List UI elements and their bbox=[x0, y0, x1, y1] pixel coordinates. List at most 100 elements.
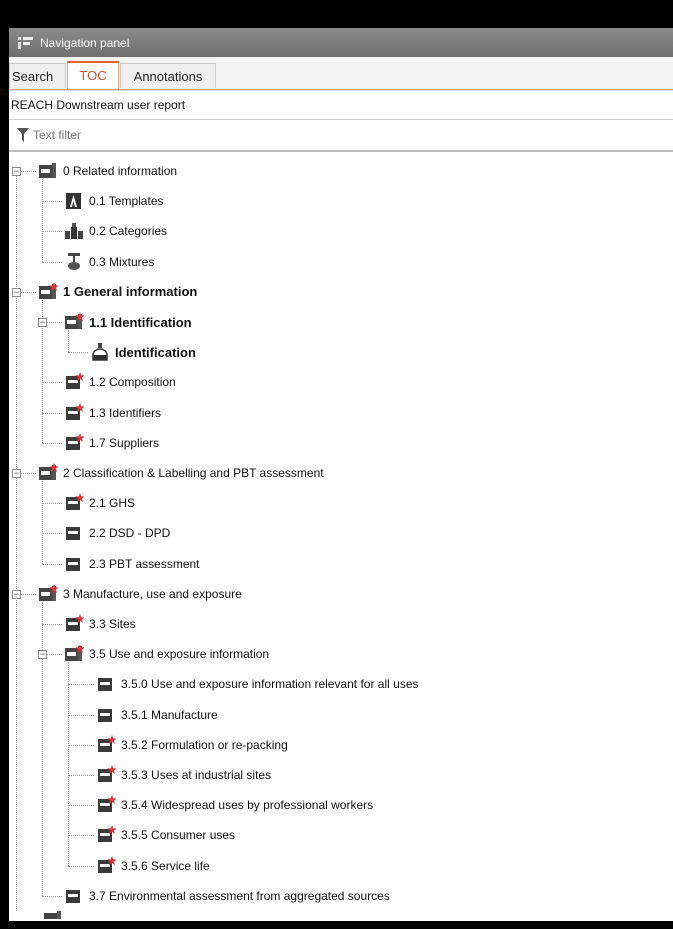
toc-tree-item-label: 3.5.4 Widespread uses by professional wo… bbox=[121, 798, 374, 813]
tab-search[interactable]: Search bbox=[9, 63, 66, 88]
toc-tree-item-label: 1.7 Suppliers bbox=[89, 435, 160, 450]
toc-tree-item-label: 3.7 Environmental assessment from aggreg… bbox=[89, 888, 390, 903]
toc-tree-item-label: 2.3 PBT assessment bbox=[89, 556, 200, 571]
tree-connector-line bbox=[68, 835, 94, 837]
tree-connector-line bbox=[68, 714, 94, 716]
toc-tree-item[interactable]: 1 General information bbox=[38, 281, 197, 303]
toc-tree-item-label: 3.5.1 Manufacture bbox=[121, 707, 218, 722]
tree-connector-line bbox=[68, 744, 94, 746]
section-folder-required-icon bbox=[64, 644, 84, 664]
toc-tree-item-label: 1.1 Identification bbox=[89, 314, 192, 330]
tab-annotations[interactable]: Annotations bbox=[120, 63, 216, 88]
toc-tree-item[interactable]: 3.5.1 Manufacture bbox=[96, 704, 218, 726]
tab-underline bbox=[9, 89, 673, 90]
tree-connector-line bbox=[42, 382, 62, 384]
tree-connector-line bbox=[68, 775, 94, 776]
tree-collapse-toggle[interactable]: − bbox=[12, 469, 21, 478]
tree-connector-line bbox=[42, 563, 62, 565]
navigation-panel-icon bbox=[18, 36, 36, 50]
document-icon bbox=[64, 886, 84, 906]
toc-tree-item-label: 2 Classification & Labelling and PBT ass… bbox=[63, 466, 324, 480]
toc-tree-item[interactable]: 0.3 Mixtures bbox=[64, 251, 154, 273]
tree-connector-line bbox=[42, 179, 43, 262]
toc-tree-item[interactable]: 3.5.3 Uses at industrial sites bbox=[96, 764, 271, 786]
tree-collapse-toggle[interactable]: − bbox=[12, 589, 21, 599]
toc-tree: − 0 Related information 0.1 Templates 0.2 C… bbox=[9, 152, 673, 919]
tree-connector-line bbox=[68, 805, 94, 807]
toc-tree-item-label: 3.5.5 Consumer uses bbox=[121, 828, 236, 843]
toc-tree-item-label: 3.5 Use and exposure information bbox=[89, 647, 270, 662]
navigation-panel: Navigation panel Search TOC Annotations … bbox=[9, 28, 673, 921]
toc-tree-item[interactable]: 3.5.2 Formulation or re-packing bbox=[96, 734, 288, 756]
tab-toc[interactable]: TOC bbox=[67, 61, 119, 90]
toc-tree-item[interactable]: 0 Related information bbox=[38, 160, 177, 182]
toc-tree-item[interactable]: 1.1 Identification bbox=[64, 311, 192, 333]
toc-tree-item[interactable]: Identification bbox=[90, 341, 196, 363]
toc-tree-item[interactable]: 2.2 DSD - DPD bbox=[64, 522, 170, 544]
mixture-flask-icon bbox=[64, 252, 84, 272]
panel-title: Navigation panel bbox=[40, 35, 130, 50]
document-required-icon bbox=[64, 493, 84, 513]
toc-tree-item[interactable]: 1.7 Suppliers bbox=[64, 432, 159, 454]
document-required-icon bbox=[96, 795, 116, 815]
document-icon bbox=[64, 554, 84, 574]
tree-connector-line bbox=[16, 171, 17, 911]
tree-connector-line bbox=[42, 201, 62, 203]
document-required-icon bbox=[64, 372, 84, 392]
toc-tree-item[interactable]: 2.3 PBT assessment bbox=[64, 553, 200, 575]
template-icon bbox=[64, 191, 84, 211]
toc-tree-item-label: 2.1 GHS bbox=[89, 496, 136, 511]
toc-tree-item-label: 3.5.3 Uses at industrial sites bbox=[121, 768, 272, 782]
toc-tree-item-label: Identification bbox=[115, 344, 196, 360]
toc-tree-item-label: 3.5.0 Use and exposure information relev… bbox=[121, 677, 419, 692]
toc-tree-item[interactable]: 3.3 Sites bbox=[64, 613, 136, 635]
toc-tree-item[interactable]: 0.2 Categories bbox=[64, 220, 167, 242]
document-required-icon bbox=[96, 734, 116, 755]
section-folder-icon bbox=[43, 908, 63, 921]
tree-collapse-toggle[interactable]: − bbox=[38, 318, 47, 327]
document-required-icon bbox=[96, 765, 116, 785]
window-bottom-border bbox=[0, 921, 673, 929]
document-required-icon bbox=[64, 614, 84, 634]
toc-tree-item-label: 3 Manufacture, use and exposure bbox=[63, 586, 242, 601]
report-title: REACH Downstream user report bbox=[9, 91, 673, 120]
filter-funnel-icon bbox=[17, 128, 29, 142]
tree-connector-line bbox=[68, 352, 88, 354]
document-required-icon bbox=[64, 402, 84, 423]
toc-tree-item-label: 0 Related information bbox=[63, 164, 178, 178]
toc-tree-item-label: 1 General information bbox=[63, 284, 198, 300]
document-required-icon bbox=[96, 825, 116, 845]
substance-flask-icon bbox=[90, 342, 110, 362]
tree-connector-line bbox=[42, 231, 62, 233]
text-filter-input[interactable] bbox=[33, 128, 593, 142]
toc-tree-item[interactable]: 3.5.0 Use and exposure information relev… bbox=[96, 673, 419, 695]
document-icon bbox=[96, 674, 116, 694]
toc-tree-item[interactable]: 3.5.6 Service life bbox=[96, 855, 210, 877]
tree-collapse-toggle[interactable]: − bbox=[12, 287, 21, 297]
toc-tree-item[interactable]: 1.3 Identifiers bbox=[64, 402, 161, 424]
document-icon bbox=[64, 523, 84, 543]
section-folder-required-icon bbox=[38, 583, 58, 604]
toc-tree-item[interactable]: 0.1 Templates bbox=[64, 190, 164, 212]
toc-tree-item[interactable]: 2.1 GHS bbox=[64, 492, 135, 514]
tree-collapse-toggle[interactable]: − bbox=[12, 167, 21, 176]
document-icon bbox=[96, 705, 116, 725]
categories-icon bbox=[64, 221, 84, 241]
window-left-border bbox=[0, 0, 9, 929]
document-required-icon bbox=[64, 432, 84, 453]
toc-tree-item[interactable]: 3.5.4 Widespread uses by professional wo… bbox=[96, 794, 373, 816]
toc-tree-item-label: 2.2 DSD - DPD bbox=[89, 526, 171, 541]
tree-connector-line bbox=[42, 412, 62, 414]
tree-connector-line bbox=[42, 624, 62, 625]
toc-tree-item[interactable]: 3 Manufacture, use and exposure bbox=[38, 583, 242, 605]
tree-collapse-toggle[interactable]: − bbox=[38, 650, 47, 660]
toc-tree-item[interactable]: 3.7 Environmental assessment from aggreg… bbox=[64, 885, 390, 907]
toc-tree-item[interactable]: 1.2 Composition bbox=[64, 371, 176, 393]
text-filter bbox=[9, 120, 673, 152]
tree-connector-line bbox=[68, 684, 94, 686]
toc-tree-item[interactable]: 3.5.5 Consumer uses bbox=[96, 824, 235, 846]
toc-tree-item[interactable]: 2 Classification & Labelling and PBT ass… bbox=[38, 462, 324, 484]
toc-tree-item-label: 0.3 Mixtures bbox=[89, 254, 155, 269]
toc-tree-item[interactable]: 3.5 Use and exposure information bbox=[64, 643, 269, 665]
tree-connector-line bbox=[42, 533, 62, 535]
